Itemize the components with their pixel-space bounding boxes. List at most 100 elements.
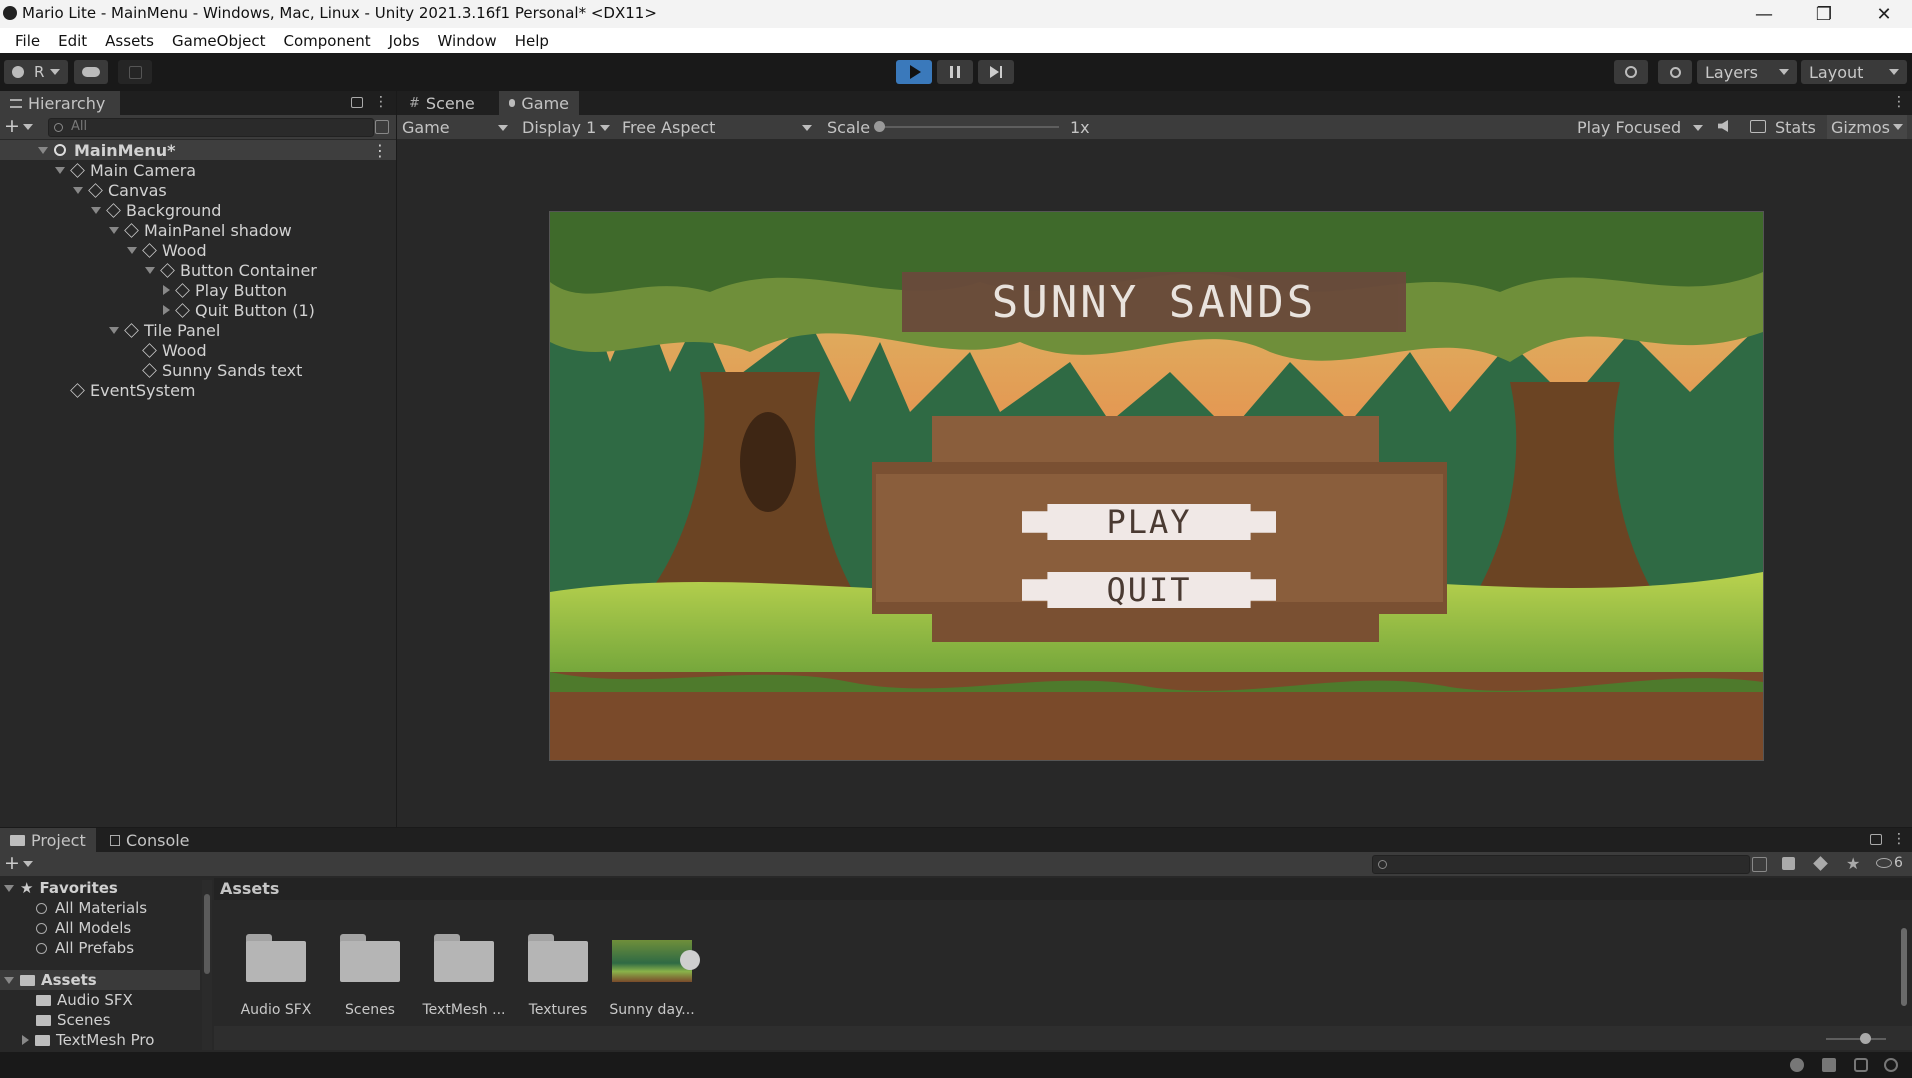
game-render[interactable]: SUNNY SANDS PLAY QUIT <box>549 211 1764 761</box>
more-options-icon[interactable]: ⋮ <box>1892 94 1906 110</box>
collab-button[interactable] <box>118 60 152 84</box>
layout-dropdown[interactable]: Layout <box>1801 60 1907 84</box>
hierarchy-item[interactable]: Main Camera <box>0 160 396 180</box>
hidden-packages-toggle[interactable]: 6 <box>1876 855 1903 871</box>
expand-arrow-icon[interactable] <box>55 166 65 174</box>
cloud-button[interactable] <box>74 60 108 84</box>
stats-button[interactable]: Stats <box>1775 118 1816 137</box>
menu-assets[interactable]: Assets <box>96 32 163 50</box>
search-by-type-icon[interactable] <box>1752 857 1767 872</box>
hierarchy-item[interactable]: Background <box>0 200 396 220</box>
display-dropdown[interactable]: Display 1 <box>522 118 610 137</box>
assets-root[interactable]: Assets <box>0 970 200 990</box>
hierarchy-item[interactable]: Canvas <box>0 180 396 200</box>
filter-type-icon[interactable] <box>1782 857 1795 870</box>
icon-size-slider-thumb[interactable] <box>1860 1033 1871 1044</box>
account-dropdown[interactable]: R <box>4 60 68 84</box>
asset-item[interactable]: Sunny day... <box>606 934 700 1018</box>
asset-item[interactable]: Textures <box>512 934 604 1018</box>
lock-icon[interactable] <box>351 97 363 108</box>
expand-arrow-icon[interactable] <box>145 266 155 274</box>
menu-edit[interactable]: Edit <box>49 32 96 50</box>
menu-window[interactable]: Window <box>429 32 506 50</box>
lock-icon[interactable] <box>1870 834 1882 845</box>
favorites-header[interactable]: ★ Favorites <box>0 878 200 898</box>
expand-arrow-icon[interactable] <box>4 976 14 984</box>
menu-file[interactable]: File <box>6 32 49 50</box>
icon-size-slider[interactable] <box>1826 1033 1886 1044</box>
asset-folder[interactable]: TextMesh Pro <box>0 1030 200 1050</box>
play-button[interactable] <box>896 60 932 84</box>
tab-scene[interactable]: # Scene <box>399 91 489 115</box>
favorite-star-icon[interactable]: ★ <box>1846 854 1860 873</box>
scale-slider[interactable] <box>874 121 1059 132</box>
tab-console[interactable]: Console <box>100 828 200 852</box>
tab-game[interactable]: Game <box>499 91 579 115</box>
menu-gameobject[interactable]: GameObject <box>163 32 275 50</box>
collapse-arrow-icon[interactable] <box>22 1035 29 1045</box>
favorite-item[interactable]: All Prefabs <box>0 938 200 958</box>
game-mode-dropdown[interactable]: Game <box>402 118 508 137</box>
shortcuts-icon[interactable] <box>1750 120 1766 133</box>
hierarchy-scene-row[interactable]: MainMenu* ⋮ <box>0 140 396 160</box>
hierarchy-item[interactable]: MainPanel shadow <box>0 220 396 240</box>
hierarchy-item[interactable]: EventSystem <box>0 380 396 400</box>
expand-arrow-icon[interactable] <box>4 884 14 892</box>
asset-item[interactable]: TextMesh ... <box>418 934 510 1018</box>
more-options-icon[interactable]: ⋮ <box>1892 831 1906 847</box>
scrollbar-thumb[interactable] <box>1901 928 1907 1006</box>
hierarchy-item[interactable]: Quit Button (1) <box>0 300 396 320</box>
play-focused-dropdown[interactable]: Play Focused <box>1577 118 1703 137</box>
more-options-icon[interactable]: ⋮ <box>372 141 388 160</box>
maximize-button[interactable]: ❐ <box>1796 0 1852 28</box>
favorite-item[interactable]: All Models <box>0 918 200 938</box>
asset-folder[interactable]: Scenes <box>0 1010 200 1030</box>
history-button[interactable] <box>1614 60 1648 84</box>
minimize-button[interactable]: — <box>1736 0 1792 28</box>
collapse-arrow-icon[interactable] <box>163 285 170 295</box>
expand-arrow-icon[interactable] <box>109 326 119 334</box>
assets-scrollbar[interactable] <box>1898 914 1910 1026</box>
favorite-item[interactable]: All Materials <box>0 898 200 918</box>
expand-arrow-icon[interactable] <box>109 226 119 234</box>
tab-project[interactable]: Project <box>0 828 96 852</box>
hierarchy-item[interactable]: Wood <box>0 340 396 360</box>
breadcrumb[interactable]: Assets <box>220 879 279 898</box>
add-button[interactable]: + <box>4 115 33 137</box>
more-options-icon[interactable]: ⋮ <box>374 94 388 110</box>
folder-tree-scrollbar[interactable] <box>202 880 212 1050</box>
debug-icon[interactable] <box>1790 1058 1804 1072</box>
asset-item[interactable]: Audio SFX <box>230 934 322 1018</box>
hierarchy-item[interactable]: Wood <box>0 240 396 260</box>
hierarchy-item[interactable]: Tile Panel <box>0 320 396 340</box>
project-search-field[interactable] <box>1372 855 1750 874</box>
progress-check-icon[interactable] <box>1884 1058 1898 1072</box>
close-button[interactable]: ✕ <box>1856 0 1912 28</box>
scrollbar-thumb[interactable] <box>204 894 210 974</box>
expand-arrow-icon[interactable] <box>73 186 83 194</box>
hierarchy-item[interactable]: Sunny Sands text <box>0 360 396 380</box>
expand-arrow-icon[interactable] <box>91 206 101 214</box>
scene-picker-icon[interactable] <box>375 120 389 134</box>
scale-slider-thumb[interactable] <box>874 121 885 132</box>
gizmos-dropdown[interactable]: Gizmos <box>1827 115 1907 139</box>
label-filter-icon[interactable] <box>1813 856 1828 871</box>
network-icon[interactable] <box>1854 1058 1868 1072</box>
game-quit-button[interactable]: QUIT <box>1022 572 1276 608</box>
menu-help[interactable]: Help <box>506 32 558 50</box>
asset-folder[interactable]: Audio SFX <box>0 990 200 1010</box>
hierarchy-item[interactable]: Play Button <box>0 280 396 300</box>
expand-arrow-icon[interactable] <box>127 246 137 254</box>
hierarchy-item[interactable]: Button Container <box>0 260 396 280</box>
add-button[interactable]: + <box>4 852 33 874</box>
collapse-arrow-icon[interactable] <box>163 305 170 315</box>
pause-button[interactable] <box>937 60 973 84</box>
cache-icon[interactable] <box>1822 1058 1836 1072</box>
hierarchy-search-field[interactable]: All <box>48 118 374 137</box>
asset-item[interactable]: Scenes <box>324 934 416 1018</box>
tab-hierarchy[interactable]: Hierarchy <box>0 91 120 115</box>
aspect-dropdown[interactable]: Free Aspect <box>622 118 812 137</box>
expand-arrow-icon[interactable] <box>38 146 48 154</box>
menu-jobs[interactable]: Jobs <box>380 32 429 50</box>
search-button[interactable] <box>1658 60 1692 84</box>
